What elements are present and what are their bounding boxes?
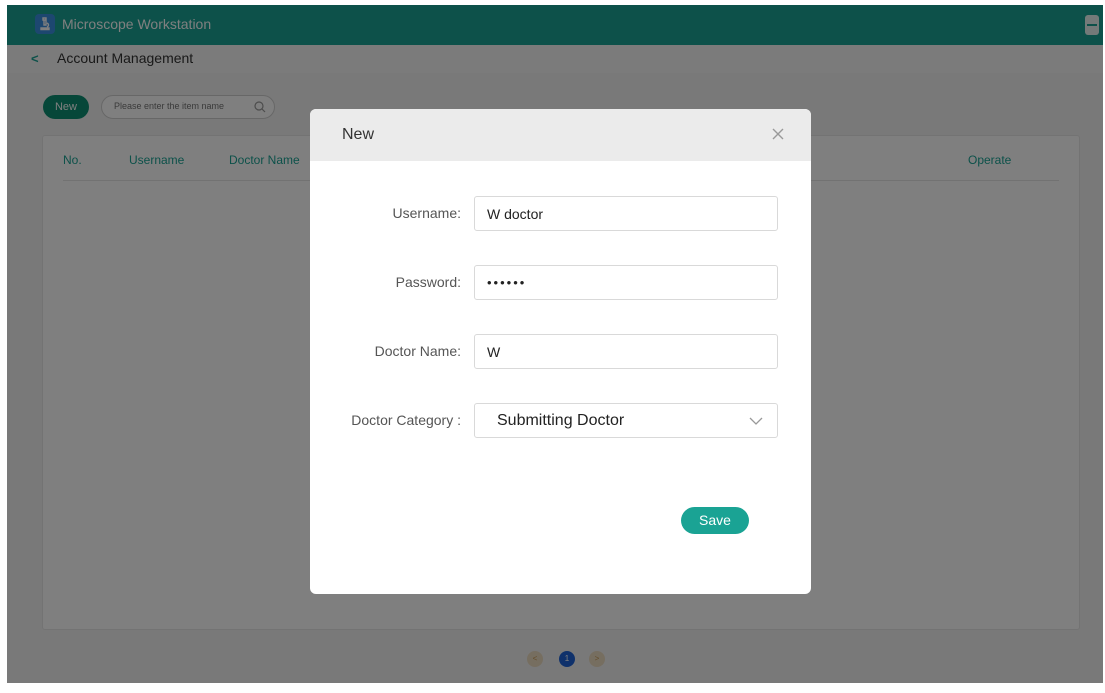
doctor-name-row: Doctor Name: <box>310 334 811 369</box>
doctor-category-row: Doctor Category : Submitting Doctor <box>310 403 811 438</box>
doctor-category-select[interactable]: Submitting Doctor <box>474 403 778 438</box>
password-label: Password: <box>395 274 461 290</box>
doctor-name-label: Doctor Name: <box>374 343 461 359</box>
dialog-header: New <box>310 109 811 161</box>
username-label: Username: <box>392 205 461 221</box>
dialog-title: New <box>342 126 375 143</box>
new-account-dialog: New Username: Password: Doctor Name: Doc… <box>310 109 811 594</box>
username-row: Username: <box>310 196 811 231</box>
username-field[interactable] <box>474 196 778 231</box>
password-row: Password: <box>310 265 811 300</box>
doctor-category-label: Doctor Category : <box>351 412 461 428</box>
close-icon[interactable] <box>771 127 785 141</box>
doctor-category-value: Submitting Doctor <box>497 412 625 429</box>
password-field[interactable] <box>474 265 778 300</box>
save-button[interactable]: Save <box>681 507 749 534</box>
app-window: Microscope Workstation < Account Managem… <box>0 0 1105 693</box>
doctor-name-field[interactable] <box>474 334 778 369</box>
chevron-down-icon <box>749 417 763 425</box>
